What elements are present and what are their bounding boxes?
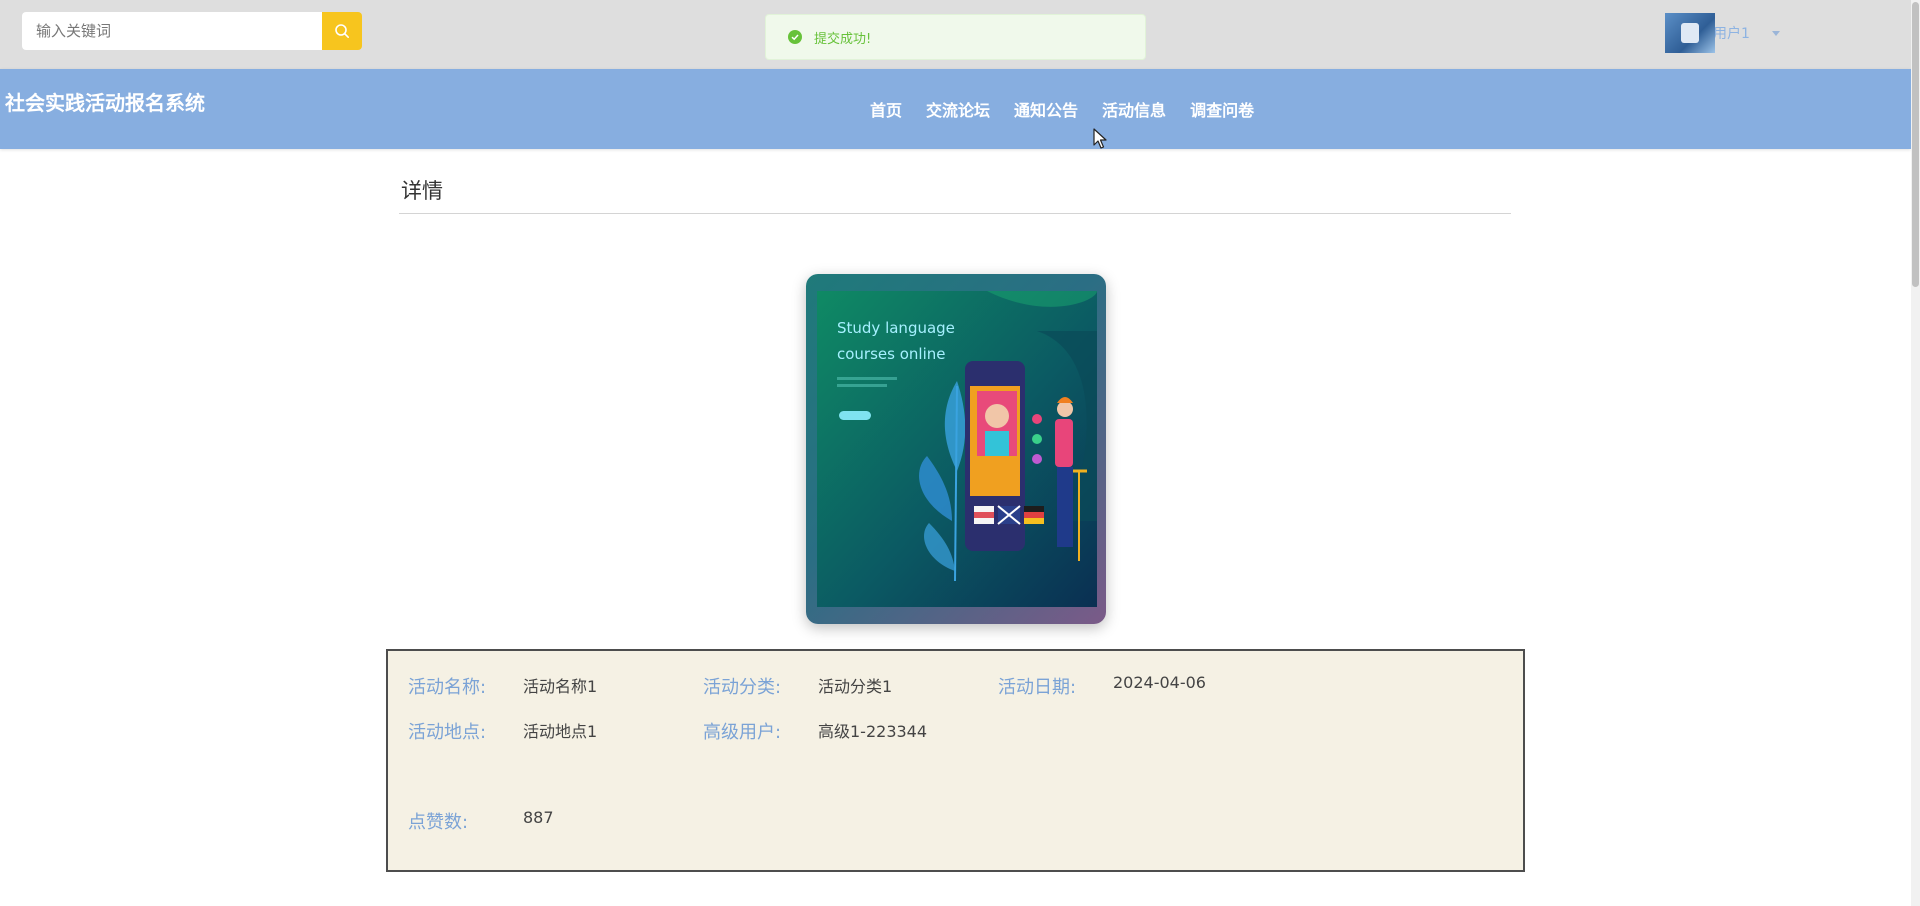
user-menu[interactable]: 用户1 [1665,13,1780,53]
field-activity-name: 活动名称: 活动名称1 [408,673,597,699]
toast-message: 提交成功! [814,31,872,47]
activity-category-label: 活动分类: [703,677,782,698]
mouse-cursor-icon [1093,128,1107,149]
senior-user-label: 高级用户: [703,722,782,743]
title-divider [399,213,1511,214]
activity-illustration: Study language courses online [817,291,1097,607]
top-bar: 提交成功! 用户1 [0,0,1920,69]
main-nav: 首页 交流论坛 通知公告 活动信息 调查问卷 [870,97,1278,121]
activity-date-label: 活动日期: [998,677,1077,698]
activity-name-value: 活动名称1 [523,677,598,696]
activity-name-label: 活动名称: [408,677,487,698]
activity-details: 活动名称: 活动名称1 活动分类: 活动分类1 活动日期: 2024-04-06… [386,649,1525,872]
nav-item-forum[interactable]: 交流论坛 [926,97,990,121]
search-input[interactable] [22,12,322,50]
likes-label: 点赞数: [408,812,469,833]
nav-item-home[interactable]: 首页 [870,97,902,121]
activity-date-value: 2024-04-06 [1113,673,1206,692]
page-title: 详情 [401,179,443,203]
illustration-headline-2: courses online [837,345,945,363]
success-check-icon [788,30,802,44]
avatar[interactable] [1665,13,1715,53]
illustration-headline-1: Study language [837,319,955,337]
senior-user-value: 高级1-223344 [818,722,928,741]
scrollbar-thumb[interactable] [1912,2,1919,287]
nav-item-activities[interactable]: 活动信息 [1102,97,1166,121]
site-title: 社会实践活动报名系统 [5,91,205,115]
field-activity-date: 活动日期: 2024-04-06 [998,673,1206,699]
nav-bar: 社会实践活动报名系统 首页 交流论坛 通知公告 活动信息 调查问卷 [0,69,1911,149]
page-scrollbar[interactable] [1911,0,1920,906]
field-activity-location: 活动地点: 活动地点1 [408,718,597,744]
search-icon [335,24,349,38]
nav-item-notices[interactable]: 通知公告 [1014,97,1078,121]
search-button[interactable] [322,12,362,50]
activity-location-label: 活动地点: [408,722,487,743]
activity-location-value: 活动地点1 [523,722,598,741]
likes-value: 887 [523,808,554,827]
field-activity-category: 活动分类: 活动分类1 [703,673,892,699]
nav-item-surveys[interactable]: 调查问卷 [1190,97,1254,121]
user-name[interactable]: 用户1 [1713,23,1750,43]
chevron-down-icon[interactable] [1771,30,1780,36]
activity-image: Study language courses online [806,274,1106,624]
activity-category-value: 活动分类1 [818,677,893,696]
field-senior-user: 高级用户: 高级1-223344 [703,718,927,744]
field-likes: 点赞数: 887 [408,808,554,834]
success-toast: 提交成功! [765,14,1146,60]
